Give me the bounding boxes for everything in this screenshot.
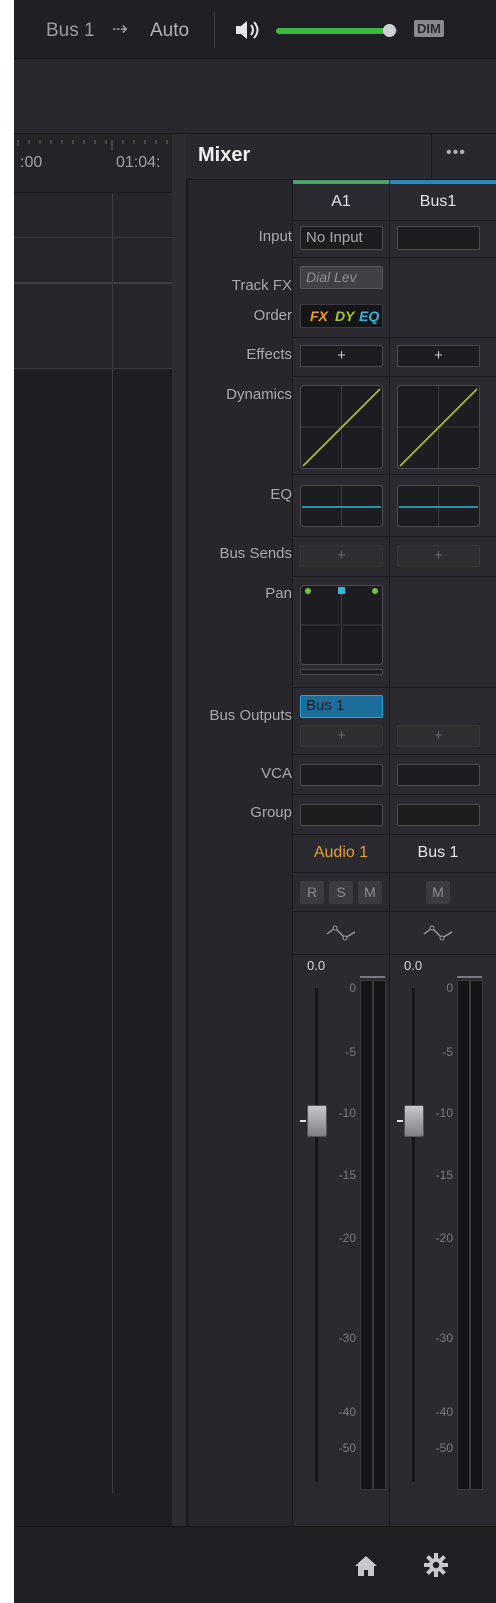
fader-cap[interactable]	[404, 1105, 424, 1137]
gain-readout: 0.0	[307, 958, 326, 973]
mixer-title: Mixer	[198, 144, 251, 166]
scale-40: -40	[435, 1405, 453, 1419]
fader-track[interactable]	[412, 988, 415, 1482]
timeline-track-1[interactable]	[14, 193, 172, 238]
label-group: Group	[250, 804, 292, 821]
scale-50: -50	[338, 1441, 356, 1455]
home-icon[interactable]	[354, 1555, 378, 1577]
scale-15: -15	[435, 1168, 453, 1182]
automation-mode[interactable]: Auto	[150, 20, 189, 42]
bus-selector[interactable]: Bus 1	[46, 20, 95, 42]
mixer-row-labels: Input Track FX Order Effects Dynamics EQ…	[188, 180, 293, 1526]
mixer-header: Mixer •••	[186, 134, 496, 180]
record-arm-button[interactable]: R	[300, 881, 324, 904]
timeline-ruler[interactable]: :00 01:04:	[14, 134, 172, 193]
order-eq: EQ	[359, 308, 380, 324]
level-meter-left	[457, 980, 470, 1490]
monitor-volume-slider[interactable]	[276, 24, 398, 37]
divider	[214, 12, 215, 48]
timeline-track-2[interactable]	[14, 238, 172, 284]
scale-30: -30	[435, 1331, 453, 1345]
fader-track[interactable]	[315, 988, 318, 1482]
label-bus-sends: Bus Sends	[219, 545, 292, 562]
unity-marker	[300, 1120, 306, 1122]
volume-knob[interactable]	[383, 24, 397, 37]
route-arrow-icon: ⇢	[112, 19, 128, 40]
label-track-fx: Track FX	[231, 277, 292, 294]
unity-marker	[397, 1120, 403, 1122]
scale-20: -20	[435, 1231, 453, 1245]
label-bus-outputs: Bus Outputs	[209, 707, 292, 724]
scale-40: -40	[338, 1405, 356, 1419]
label-vca: VCA	[261, 765, 292, 782]
gear-icon[interactable]	[424, 1553, 448, 1577]
meter-scale: 0 -5 -10 -15 -20 -30 -40 -50	[423, 180, 457, 1526]
meter-peak	[360, 976, 385, 978]
ruler-ticks	[17, 140, 168, 150]
mixer-options-button[interactable]: •••	[446, 144, 466, 162]
label-dynamics: Dynamics	[226, 386, 292, 403]
label-order: Order	[253, 307, 292, 324]
dim-button[interactable]: DIM	[414, 20, 444, 37]
label-effects: Effects	[246, 346, 292, 363]
gain-readout: 0.0	[404, 958, 423, 973]
divider	[431, 134, 432, 178]
label-pan: Pan	[265, 585, 292, 602]
playhead-line[interactable]	[112, 193, 113, 1493]
bottom-bar	[14, 1526, 496, 1603]
toolbar-area	[14, 59, 496, 134]
scale-15: -15	[338, 1168, 356, 1182]
level-meter-right	[373, 980, 386, 1490]
scale-0: 0	[446, 981, 453, 995]
scale-50: -50	[435, 1441, 453, 1455]
level-meter-right	[470, 980, 483, 1490]
label-eq: EQ	[270, 486, 292, 503]
scale-5: -5	[345, 1045, 356, 1059]
scale-0: 0	[349, 981, 356, 995]
channel-strip-a1: A1 No Input Dial Lev FX DY EQ + + Bus 1 …	[293, 180, 390, 1526]
speaker-icon[interactable]	[234, 18, 262, 42]
app-window: Bus 1 ⇢ Auto DIM :00 01:04: Mixer ••• In…	[14, 0, 496, 1603]
scale-10: -10	[338, 1106, 356, 1120]
mute-button[interactable]: M	[358, 881, 382, 904]
ruler-timecode-left: :00	[20, 154, 43, 171]
label-input: Input	[258, 228, 292, 245]
scale-20: -20	[338, 1231, 356, 1245]
channel-strip-bus1: Bus1 + + + Bus 1 M 0.0 0 -5 -10 -15 -20 …	[390, 180, 496, 1526]
top-bar: Bus 1 ⇢ Auto DIM	[14, 0, 496, 59]
meter-peak	[457, 976, 482, 978]
scale-10: -10	[435, 1106, 453, 1120]
meter-scale: 0 -5 -10 -15 -20 -30 -40 -50	[326, 180, 360, 1526]
fader-cap[interactable]	[307, 1105, 327, 1137]
level-meter-left	[360, 980, 373, 1490]
ruler-timecode-right: 01:04:	[116, 154, 161, 171]
scale-30: -30	[338, 1331, 356, 1345]
timeline-track-3[interactable]	[14, 284, 172, 369]
scale-5: -5	[442, 1045, 453, 1059]
timeline-scrollbar[interactable]	[172, 134, 186, 1526]
